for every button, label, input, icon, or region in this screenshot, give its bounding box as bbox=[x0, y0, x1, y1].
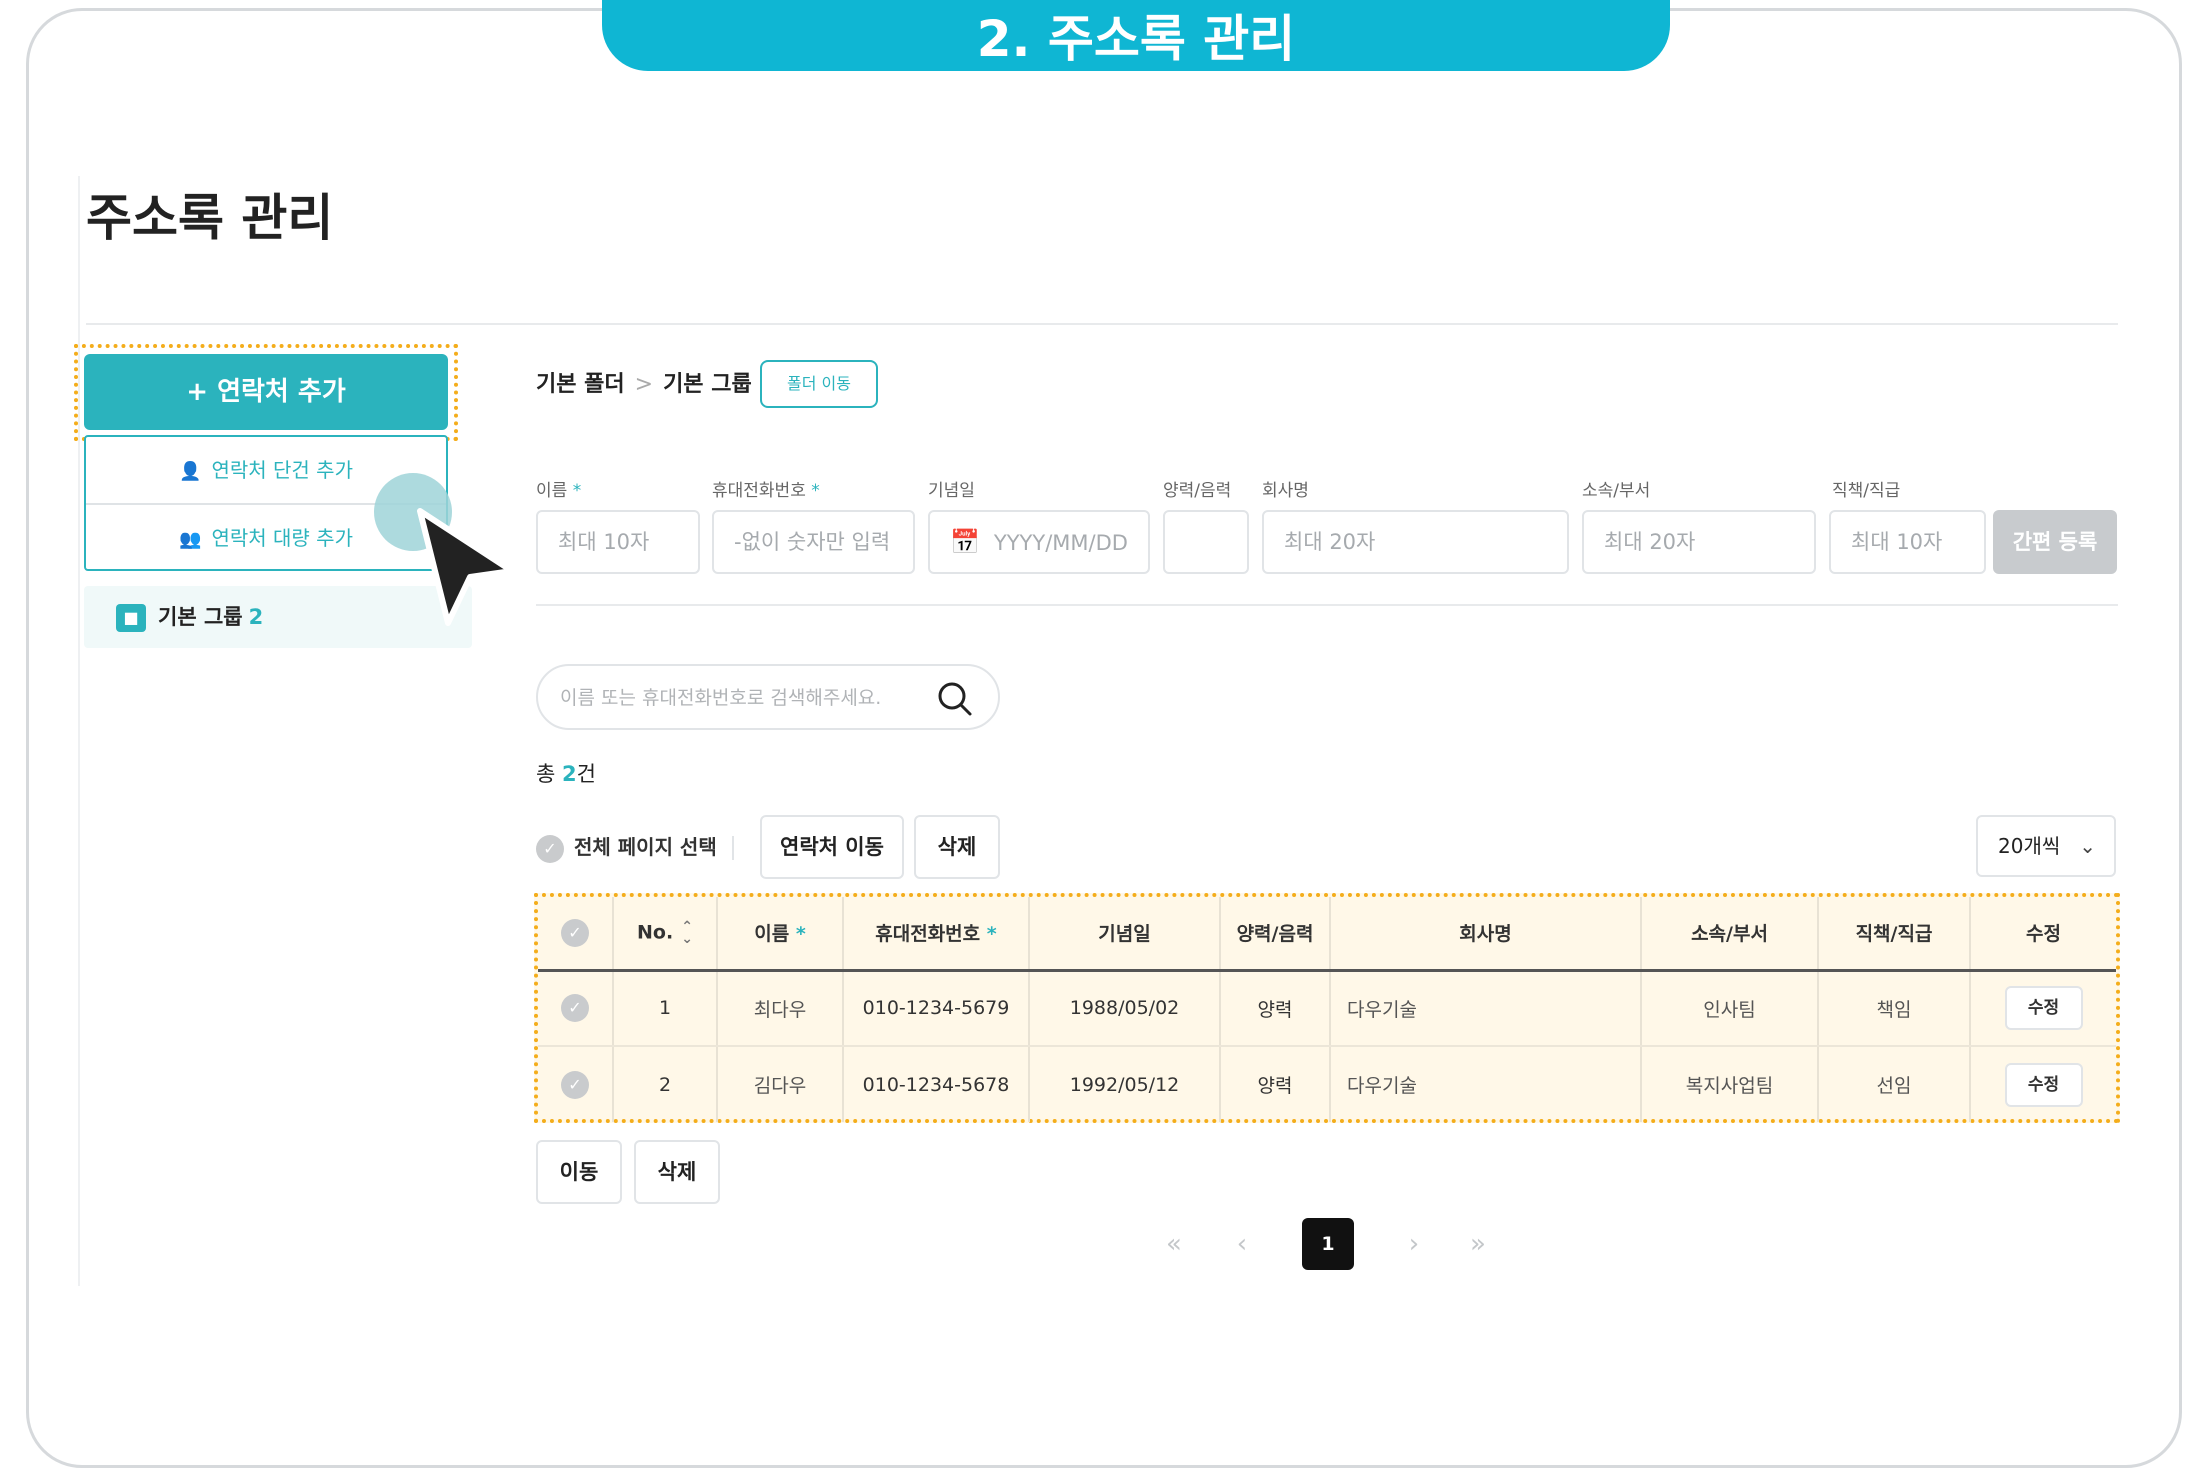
page-number-current[interactable]: 1 bbox=[1302, 1218, 1354, 1270]
cell-edit: 수정 bbox=[1970, 1046, 2116, 1122]
header-checkbox[interactable]: ✓ bbox=[538, 897, 614, 972]
phone-label: 휴대전화번호 * bbox=[712, 481, 820, 501]
sidebar-divider bbox=[78, 176, 80, 1286]
breadcrumb: 기본 폴더 > 기본 그룹 bbox=[536, 368, 752, 402]
check-icon: ✓ bbox=[536, 834, 564, 863]
contacts-table-highlight: ✓ No. ⌃ ⌄ 이름 * 휴대전화번호 * 기념일 양력/음력 회사명 소속/부… bbox=[534, 893, 2120, 1123]
check-icon: ✓ bbox=[561, 994, 589, 1023]
table-header-row: ✓ No. ⌃ ⌄ 이름 * 휴대전화번호 * 기념일 양력/음력 회사명 소속/부… bbox=[538, 897, 2116, 972]
header-name: 이름 * bbox=[717, 897, 844, 972]
move-contact-button[interactable]: 연락처 이동 bbox=[760, 815, 904, 879]
row-checkbox[interactable]: ✓ bbox=[538, 1046, 614, 1122]
calendar-type-label: 양력/음력 bbox=[1163, 481, 1232, 501]
select-all-pages[interactable]: ✓ 전체 페이지 선택 bbox=[536, 830, 717, 864]
cell-phone: 010-1234-5679 bbox=[843, 970, 1030, 1047]
cell-calendar: 양력 bbox=[1220, 970, 1331, 1047]
header-calendar: 양력/음력 bbox=[1220, 897, 1331, 972]
cell-name: 김다우 bbox=[717, 1046, 844, 1122]
toolbar-divider bbox=[732, 836, 734, 860]
header-company: 회사명 bbox=[1330, 897, 1642, 972]
cell-phone: 010-1234-5678 bbox=[843, 1046, 1030, 1122]
contacts-table: ✓ No. ⌃ ⌄ 이름 * 휴대전화번호 * 기념일 양력/음력 회사명 소속/부… bbox=[538, 897, 2116, 1122]
name-input[interactable]: 최대 10자 bbox=[536, 510, 700, 574]
header-anniversary: 기념일 bbox=[1029, 897, 1221, 972]
cell-no: 2 bbox=[613, 1046, 718, 1122]
edit-button[interactable]: 수정 bbox=[2004, 1062, 2083, 1107]
check-icon: ✓ bbox=[561, 918, 589, 947]
table-row: ✓ 1 최다우 010-1234-5679 1988/05/02 양력 다우기술… bbox=[538, 970, 2116, 1047]
first-page-button[interactable]: « bbox=[1154, 1218, 1194, 1270]
position-label: 직책/직급 bbox=[1832, 481, 1901, 501]
per-page-select[interactable]: 20개씩 ⌄ bbox=[1976, 815, 2116, 877]
move-folder-button[interactable]: 폴더 이동 bbox=[760, 360, 878, 408]
people-icon: 👥 bbox=[179, 529, 202, 550]
cell-company: 다우기술 bbox=[1330, 970, 1642, 1047]
table-row: ✓ 2 김다우 010-1234-5678 1992/05/12 양력 다우기술… bbox=[538, 1046, 2116, 1122]
calendar-type-select[interactable] bbox=[1163, 510, 1249, 574]
menu-item-label: 연락처 단건 추가 bbox=[211, 458, 353, 482]
phone-input[interactable]: -없이 숫자만 입력 bbox=[712, 510, 915, 574]
cell-anniversary: 1988/05/02 bbox=[1029, 970, 1221, 1047]
search-icon[interactable] bbox=[936, 680, 974, 718]
header-no[interactable]: No. ⌃ ⌄ bbox=[613, 897, 718, 972]
department-input[interactable]: 최대 20자 bbox=[1582, 510, 1816, 574]
department-label: 소속/부서 bbox=[1582, 481, 1651, 501]
page-title: 주소록 관리 bbox=[86, 189, 334, 247]
cell-no: 1 bbox=[613, 970, 718, 1047]
total-count: 총 2건 bbox=[536, 762, 596, 786]
chevron-down-icon: ⌄ bbox=[2079, 834, 2096, 858]
prev-page-button[interactable]: ‹ bbox=[1222, 1218, 1262, 1270]
name-label: 이름 * bbox=[536, 481, 582, 501]
cell-name: 최다우 bbox=[717, 970, 844, 1047]
check-icon: ✓ bbox=[561, 1070, 589, 1099]
breadcrumb-folder[interactable]: 기본 폴더 bbox=[536, 372, 625, 397]
position-input[interactable]: 최대 10자 bbox=[1829, 510, 1986, 574]
chevron-right-icon: > bbox=[634, 372, 654, 397]
next-page-button[interactable]: › bbox=[1394, 1218, 1434, 1270]
bottom-delete-button[interactable]: 삭제 bbox=[634, 1140, 720, 1204]
person-icon: 👤 bbox=[179, 461, 202, 482]
last-page-button[interactable]: » bbox=[1458, 1218, 1498, 1270]
edit-button[interactable]: 수정 bbox=[2004, 986, 2083, 1031]
anniversary-label: 기념일 bbox=[928, 481, 975, 501]
cell-position: 책임 bbox=[1818, 970, 1971, 1047]
row-checkbox[interactable]: ✓ bbox=[538, 970, 614, 1047]
quick-register-button[interactable]: 간편 등록 bbox=[1993, 510, 2117, 574]
sort-icon[interactable]: ⌃ ⌄ bbox=[681, 920, 693, 946]
group-count: 2 bbox=[248, 605, 264, 629]
company-label: 회사명 bbox=[1262, 481, 1309, 501]
add-contact-button[interactable]: + 연락처 추가 bbox=[84, 354, 448, 430]
form-divider bbox=[536, 604, 2118, 606]
cell-calendar: 양력 bbox=[1220, 1046, 1331, 1122]
cell-anniversary: 1992/05/12 bbox=[1029, 1046, 1221, 1122]
delete-button[interactable]: 삭제 bbox=[914, 815, 1000, 879]
section-banner: 2. 주소록 관리 bbox=[602, 0, 1670, 71]
cell-department: 인사팀 bbox=[1641, 970, 1819, 1047]
cell-department: 복지사업팀 bbox=[1641, 1046, 1819, 1122]
breadcrumb-group[interactable]: 기본 그룹 bbox=[663, 372, 752, 397]
search-box bbox=[536, 664, 1000, 730]
header-divider bbox=[86, 323, 2118, 325]
header-phone: 휴대전화번호 * bbox=[843, 897, 1030, 972]
mouse-cursor-icon bbox=[417, 508, 515, 626]
bottom-move-button[interactable]: 이동 bbox=[536, 1140, 622, 1204]
header-position: 직책/직급 bbox=[1818, 897, 1971, 972]
anniversary-input[interactable]: 📅 YYYY/MM/DD bbox=[928, 510, 1150, 574]
header-department: 소속/부서 bbox=[1641, 897, 1819, 972]
cell-position: 선임 bbox=[1818, 1046, 1971, 1122]
group-label: 기본 그룹 bbox=[158, 605, 243, 629]
search-input[interactable] bbox=[560, 680, 940, 716]
cell-company: 다우기술 bbox=[1330, 1046, 1642, 1122]
presentation-frame: 2. 주소록 관리 bbox=[26, 0, 2182, 1468]
cell-edit: 수정 bbox=[1970, 970, 2116, 1047]
company-input[interactable]: 최대 20자 bbox=[1262, 510, 1569, 574]
header-edit: 수정 bbox=[1970, 897, 2116, 972]
calendar-icon: 📅 bbox=[950, 528, 980, 556]
contact-card-icon: ■ bbox=[116, 604, 146, 632]
menu-item-label: 연락처 대량 추가 bbox=[211, 526, 353, 550]
